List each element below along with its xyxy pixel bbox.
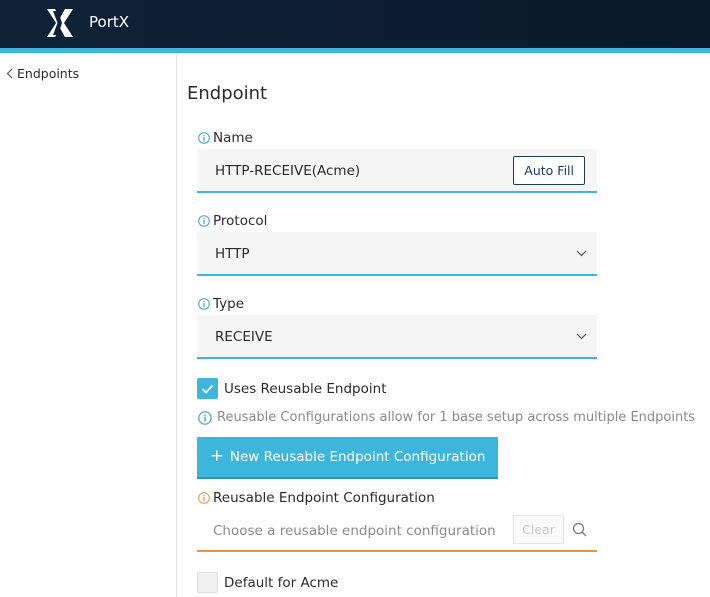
protocol-label: Protocol [198, 213, 267, 229]
back-to-endpoints-link[interactable]: Endpoints [6, 66, 79, 81]
info-icon [198, 410, 212, 425]
info-icon[interactable] [198, 215, 210, 227]
auto-fill-button[interactable]: Auto Fill [513, 156, 585, 185]
chevron-down-icon [576, 333, 587, 340]
default-for-acme-row[interactable]: Default for Acme [197, 572, 338, 593]
clear-button[interactable]: Clear [513, 515, 564, 544]
search-icon[interactable] [572, 522, 587, 537]
reusable-hint: Reusable Configurations allow for 1 base… [198, 410, 695, 425]
chevron-left-icon [6, 68, 13, 79]
default-for-acme-label: Default for Acme [224, 574, 339, 591]
default-for-acme-checkbox[interactable] [197, 572, 218, 593]
type-label: Type [198, 296, 244, 312]
type-value: RECEIVE [215, 329, 273, 345]
reusable-config-placeholder: Choose a reusable endpoint configuration [213, 523, 496, 539]
plus-icon: + [209, 445, 224, 466]
name-input[interactable]: HTTP-RECEIVE(Acme) Auto Fill [197, 149, 597, 193]
protocol-value: HTTP [215, 246, 250, 262]
reusable-config-search[interactable]: Choose a reusable endpoint configuration… [197, 509, 597, 552]
back-link-label: Endpoints [17, 66, 80, 81]
warning-info-icon[interactable] [198, 492, 210, 504]
top-bar: PortX [0, 0, 710, 53]
checkmark-icon [201, 384, 214, 394]
new-reusable-config-button[interactable]: + New Reusable Endpoint Configuration [197, 437, 498, 479]
main-content: Endpoint Name HTTP-RECEIVE(Acme) Auto Fi… [177, 53, 710, 597]
uses-reusable-endpoint-row[interactable]: Uses Reusable Endpoint [197, 378, 387, 399]
protocol-select[interactable]: HTTP [197, 232, 597, 276]
portx-logo-icon[interactable] [44, 7, 76, 39]
type-select[interactable]: RECEIVE [197, 315, 597, 359]
name-value: HTTP-RECEIVE(Acme) [215, 163, 361, 179]
reusable-config-label: Reusable Endpoint Configuration [198, 490, 435, 506]
app-title: PortX [89, 13, 130, 31]
chevron-down-icon [576, 250, 587, 257]
uses-reusable-endpoint-label: Uses Reusable Endpoint [224, 380, 387, 397]
info-icon[interactable] [198, 132, 210, 144]
page-title: Endpoint [187, 83, 268, 104]
sidebar: Endpoints [0, 53, 177, 597]
name-label: Name [198, 130, 253, 146]
info-icon[interactable] [198, 298, 210, 310]
uses-reusable-endpoint-checkbox[interactable] [197, 378, 218, 399]
